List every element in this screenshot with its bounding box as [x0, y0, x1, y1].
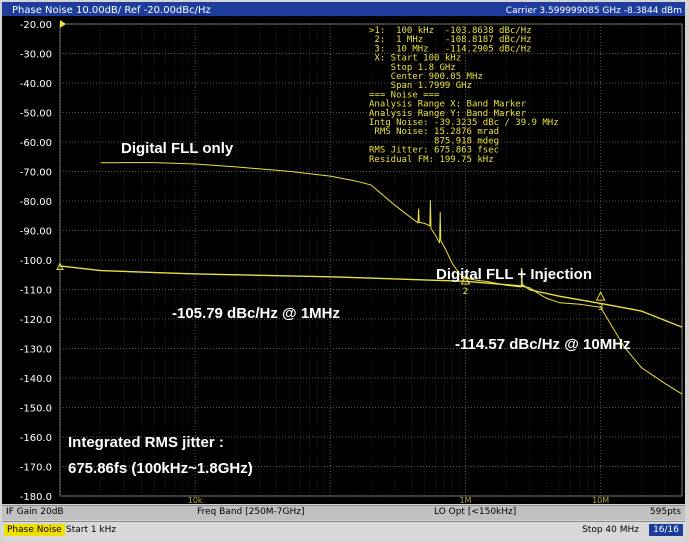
- x-tick-label: 10M: [592, 496, 609, 505]
- status-bar-sweep: Phase Noise Start 1 kHz Stop 40 MHz 16/1…: [2, 521, 685, 540]
- if-gain-label[interactable]: IF Gain 20dB: [6, 507, 64, 517]
- trace-count-badge[interactable]: 16/16: [649, 524, 683, 536]
- y-tick-label: -80.00: [20, 197, 52, 208]
- y-tick-label: -170.0: [20, 463, 52, 474]
- x-tick-label: 10k: [188, 496, 203, 505]
- y-tick-label: -60.00: [20, 138, 52, 149]
- y-tick-label: -120.0: [20, 315, 52, 326]
- y-tick-label: -90.00: [20, 227, 52, 238]
- points-label[interactable]: 595pts: [650, 507, 681, 517]
- y-tick-label: -30.00: [20, 50, 52, 61]
- readout-line: Residual FM: 199.75 kHz: [369, 155, 494, 165]
- measurement-mode-label[interactable]: Phase Noise: [4, 524, 65, 536]
- marker-2-label: 2: [463, 287, 469, 297]
- instrument-screen: Phase Noise 10.00dB/ Ref -20.00dBc/Hz Car…: [0, 0, 689, 542]
- y-tick-label: -100.0: [20, 256, 52, 267]
- y-tick-label: -130.0: [20, 345, 52, 356]
- annotation-jitter-line2: 675.86fs (100kHz~1.8GHz): [68, 460, 253, 477]
- y-tick-label: -20.00: [20, 20, 52, 31]
- annotation-value-10mhz: -114.57 dBc/Hz @ 10MHz: [455, 336, 631, 353]
- y-tick-label: -180.0: [20, 492, 52, 503]
- y-tick-label: -160.0: [20, 433, 52, 444]
- annotation-value-1mhz: -105.79 dBc/Hz @ 1MHz: [172, 305, 340, 322]
- header-carrier: Carrier 3.599999085 GHz -8.3844 dBm: [506, 6, 682, 16]
- y-tick-label: -70.00: [20, 168, 52, 179]
- stop-frequency-label[interactable]: Stop 40 MHz: [582, 525, 639, 535]
- phase-noise-plot: Phase Noise 10.00dB/ Ref -20.00dBc/Hz Car…: [2, 2, 685, 505]
- y-tick-label: -110.0: [20, 286, 52, 297]
- header-title: Phase Noise 10.00dB/ Ref -20.00dBc/Hz: [12, 5, 211, 16]
- y-tick-label: -40.00: [20, 79, 52, 90]
- y-tick-label: -50.00: [20, 109, 52, 120]
- y-tick-label: -140.0: [20, 374, 52, 385]
- marker-3-label: 3: [598, 303, 604, 313]
- y-tick-label: -150.0: [20, 404, 52, 415]
- annotation-digital-fll-only: Digital FLL only: [121, 140, 234, 157]
- start-frequency-label[interactable]: Start 1 kHz: [66, 525, 116, 535]
- x-tick-label: 1M: [459, 496, 471, 505]
- status-bar-settings: IF Gain 20dB Freq Band [250M-7GHz] LO Op…: [2, 505, 685, 520]
- annotation-digital-fll-injection: Digital FLL + Injection: [436, 266, 592, 283]
- freq-band-label[interactable]: Freq Band [250M-7GHz]: [197, 507, 305, 517]
- annotation-jitter-line1: Integrated RMS jitter :: [68, 434, 224, 451]
- lo-opt-label[interactable]: LO Opt [<150kHz]: [434, 507, 516, 517]
